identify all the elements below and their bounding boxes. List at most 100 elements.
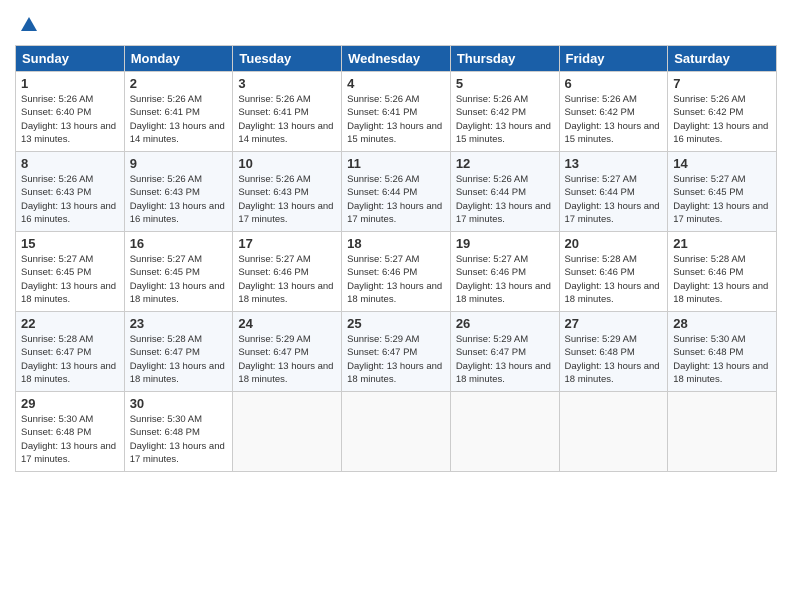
- day-detail: Sunrise: 5:26 AMSunset: 6:44 PMDaylight:…: [347, 174, 442, 225]
- day-number: 21: [673, 236, 771, 251]
- day-detail: Sunrise: 5:28 AMSunset: 6:46 PMDaylight:…: [673, 254, 768, 305]
- calendar-cell: 19 Sunrise: 5:27 AMSunset: 6:46 PMDaylig…: [450, 232, 559, 312]
- header: [15, 15, 777, 35]
- day-number: 22: [21, 316, 119, 331]
- day-detail: Sunrise: 5:30 AMSunset: 6:48 PMDaylight:…: [130, 414, 225, 465]
- calendar-cell: 7 Sunrise: 5:26 AMSunset: 6:42 PMDayligh…: [668, 72, 777, 152]
- day-number: 19: [456, 236, 554, 251]
- calendar-cell: 17 Sunrise: 5:27 AMSunset: 6:46 PMDaylig…: [233, 232, 342, 312]
- day-number: 29: [21, 396, 119, 411]
- day-number: 14: [673, 156, 771, 171]
- day-detail: Sunrise: 5:28 AMSunset: 6:47 PMDaylight:…: [130, 334, 225, 385]
- day-detail: Sunrise: 5:26 AMSunset: 6:42 PMDaylight:…: [456, 94, 551, 145]
- calendar-cell: [450, 392, 559, 472]
- header-tuesday: Tuesday: [233, 46, 342, 72]
- day-number: 27: [565, 316, 663, 331]
- page: SundayMondayTuesdayWednesdayThursdayFrid…: [0, 0, 792, 612]
- day-number: 23: [130, 316, 228, 331]
- calendar-cell: 24 Sunrise: 5:29 AMSunset: 6:47 PMDaylig…: [233, 312, 342, 392]
- day-number: 12: [456, 156, 554, 171]
- calendar-cell: 28 Sunrise: 5:30 AMSunset: 6:48 PMDaylig…: [668, 312, 777, 392]
- calendar-header-row: SundayMondayTuesdayWednesdayThursdayFrid…: [16, 46, 777, 72]
- calendar-cell: [668, 392, 777, 472]
- calendar-table: SundayMondayTuesdayWednesdayThursdayFrid…: [15, 45, 777, 472]
- day-detail: Sunrise: 5:26 AMSunset: 6:44 PMDaylight:…: [456, 174, 551, 225]
- calendar-cell: 13 Sunrise: 5:27 AMSunset: 6:44 PMDaylig…: [559, 152, 668, 232]
- day-detail: Sunrise: 5:27 AMSunset: 6:46 PMDaylight:…: [347, 254, 442, 305]
- day-detail: Sunrise: 5:27 AMSunset: 6:46 PMDaylight:…: [238, 254, 333, 305]
- week-row-3: 15 Sunrise: 5:27 AMSunset: 6:45 PMDaylig…: [16, 232, 777, 312]
- calendar-cell: [233, 392, 342, 472]
- day-detail: Sunrise: 5:26 AMSunset: 6:41 PMDaylight:…: [238, 94, 333, 145]
- header-thursday: Thursday: [450, 46, 559, 72]
- day-detail: Sunrise: 5:29 AMSunset: 6:47 PMDaylight:…: [347, 334, 442, 385]
- calendar-cell: 6 Sunrise: 5:26 AMSunset: 6:42 PMDayligh…: [559, 72, 668, 152]
- header-friday: Friday: [559, 46, 668, 72]
- day-number: 4: [347, 76, 445, 91]
- header-monday: Monday: [124, 46, 233, 72]
- week-row-5: 29 Sunrise: 5:30 AMSunset: 6:48 PMDaylig…: [16, 392, 777, 472]
- day-detail: Sunrise: 5:26 AMSunset: 6:43 PMDaylight:…: [238, 174, 333, 225]
- header-saturday: Saturday: [668, 46, 777, 72]
- calendar-cell: 2 Sunrise: 5:26 AMSunset: 6:41 PMDayligh…: [124, 72, 233, 152]
- day-detail: Sunrise: 5:29 AMSunset: 6:47 PMDaylight:…: [456, 334, 551, 385]
- day-number: 26: [456, 316, 554, 331]
- day-detail: Sunrise: 5:30 AMSunset: 6:48 PMDaylight:…: [673, 334, 768, 385]
- calendar-cell: 12 Sunrise: 5:26 AMSunset: 6:44 PMDaylig…: [450, 152, 559, 232]
- logo: [15, 15, 39, 35]
- day-number: 18: [347, 236, 445, 251]
- day-detail: Sunrise: 5:26 AMSunset: 6:43 PMDaylight:…: [130, 174, 225, 225]
- day-number: 5: [456, 76, 554, 91]
- day-number: 3: [238, 76, 336, 91]
- calendar-cell: 27 Sunrise: 5:29 AMSunset: 6:48 PMDaylig…: [559, 312, 668, 392]
- week-row-2: 8 Sunrise: 5:26 AMSunset: 6:43 PMDayligh…: [16, 152, 777, 232]
- day-detail: Sunrise: 5:26 AMSunset: 6:42 PMDaylight:…: [565, 94, 660, 145]
- header-wednesday: Wednesday: [342, 46, 451, 72]
- calendar-cell: 5 Sunrise: 5:26 AMSunset: 6:42 PMDayligh…: [450, 72, 559, 152]
- calendar-cell: 29 Sunrise: 5:30 AMSunset: 6:48 PMDaylig…: [16, 392, 125, 472]
- week-row-4: 22 Sunrise: 5:28 AMSunset: 6:47 PMDaylig…: [16, 312, 777, 392]
- calendar-cell: 26 Sunrise: 5:29 AMSunset: 6:47 PMDaylig…: [450, 312, 559, 392]
- calendar-cell: 10 Sunrise: 5:26 AMSunset: 6:43 PMDaylig…: [233, 152, 342, 232]
- calendar-cell: 22 Sunrise: 5:28 AMSunset: 6:47 PMDaylig…: [16, 312, 125, 392]
- day-number: 25: [347, 316, 445, 331]
- logo-icon: [19, 15, 39, 35]
- calendar-cell: [342, 392, 451, 472]
- day-number: 24: [238, 316, 336, 331]
- calendar-cell: 21 Sunrise: 5:28 AMSunset: 6:46 PMDaylig…: [668, 232, 777, 312]
- week-row-1: 1 Sunrise: 5:26 AMSunset: 6:40 PMDayligh…: [16, 72, 777, 152]
- calendar-cell: 8 Sunrise: 5:26 AMSunset: 6:43 PMDayligh…: [16, 152, 125, 232]
- day-detail: Sunrise: 5:26 AMSunset: 6:43 PMDaylight:…: [21, 174, 116, 225]
- day-number: 28: [673, 316, 771, 331]
- day-number: 8: [21, 156, 119, 171]
- day-detail: Sunrise: 5:30 AMSunset: 6:48 PMDaylight:…: [21, 414, 116, 465]
- day-number: 17: [238, 236, 336, 251]
- calendar-cell: 25 Sunrise: 5:29 AMSunset: 6:47 PMDaylig…: [342, 312, 451, 392]
- day-number: 10: [238, 156, 336, 171]
- day-number: 11: [347, 156, 445, 171]
- day-detail: Sunrise: 5:26 AMSunset: 6:41 PMDaylight:…: [347, 94, 442, 145]
- day-number: 7: [673, 76, 771, 91]
- day-number: 16: [130, 236, 228, 251]
- day-detail: Sunrise: 5:27 AMSunset: 6:45 PMDaylight:…: [21, 254, 116, 305]
- day-detail: Sunrise: 5:26 AMSunset: 6:42 PMDaylight:…: [673, 94, 768, 145]
- day-number: 6: [565, 76, 663, 91]
- calendar-cell: 16 Sunrise: 5:27 AMSunset: 6:45 PMDaylig…: [124, 232, 233, 312]
- day-detail: Sunrise: 5:27 AMSunset: 6:45 PMDaylight:…: [673, 174, 768, 225]
- calendar-cell: 1 Sunrise: 5:26 AMSunset: 6:40 PMDayligh…: [16, 72, 125, 152]
- day-number: 13: [565, 156, 663, 171]
- day-detail: Sunrise: 5:27 AMSunset: 6:46 PMDaylight:…: [456, 254, 551, 305]
- calendar-cell: 15 Sunrise: 5:27 AMSunset: 6:45 PMDaylig…: [16, 232, 125, 312]
- day-detail: Sunrise: 5:29 AMSunset: 6:47 PMDaylight:…: [238, 334, 333, 385]
- day-detail: Sunrise: 5:27 AMSunset: 6:44 PMDaylight:…: [565, 174, 660, 225]
- calendar-cell: 11 Sunrise: 5:26 AMSunset: 6:44 PMDaylig…: [342, 152, 451, 232]
- calendar-cell: 14 Sunrise: 5:27 AMSunset: 6:45 PMDaylig…: [668, 152, 777, 232]
- day-number: 9: [130, 156, 228, 171]
- calendar-cell: 18 Sunrise: 5:27 AMSunset: 6:46 PMDaylig…: [342, 232, 451, 312]
- calendar-cell: 4 Sunrise: 5:26 AMSunset: 6:41 PMDayligh…: [342, 72, 451, 152]
- calendar-cell: 23 Sunrise: 5:28 AMSunset: 6:47 PMDaylig…: [124, 312, 233, 392]
- day-number: 2: [130, 76, 228, 91]
- day-number: 30: [130, 396, 228, 411]
- calendar-cell: 20 Sunrise: 5:28 AMSunset: 6:46 PMDaylig…: [559, 232, 668, 312]
- day-number: 1: [21, 76, 119, 91]
